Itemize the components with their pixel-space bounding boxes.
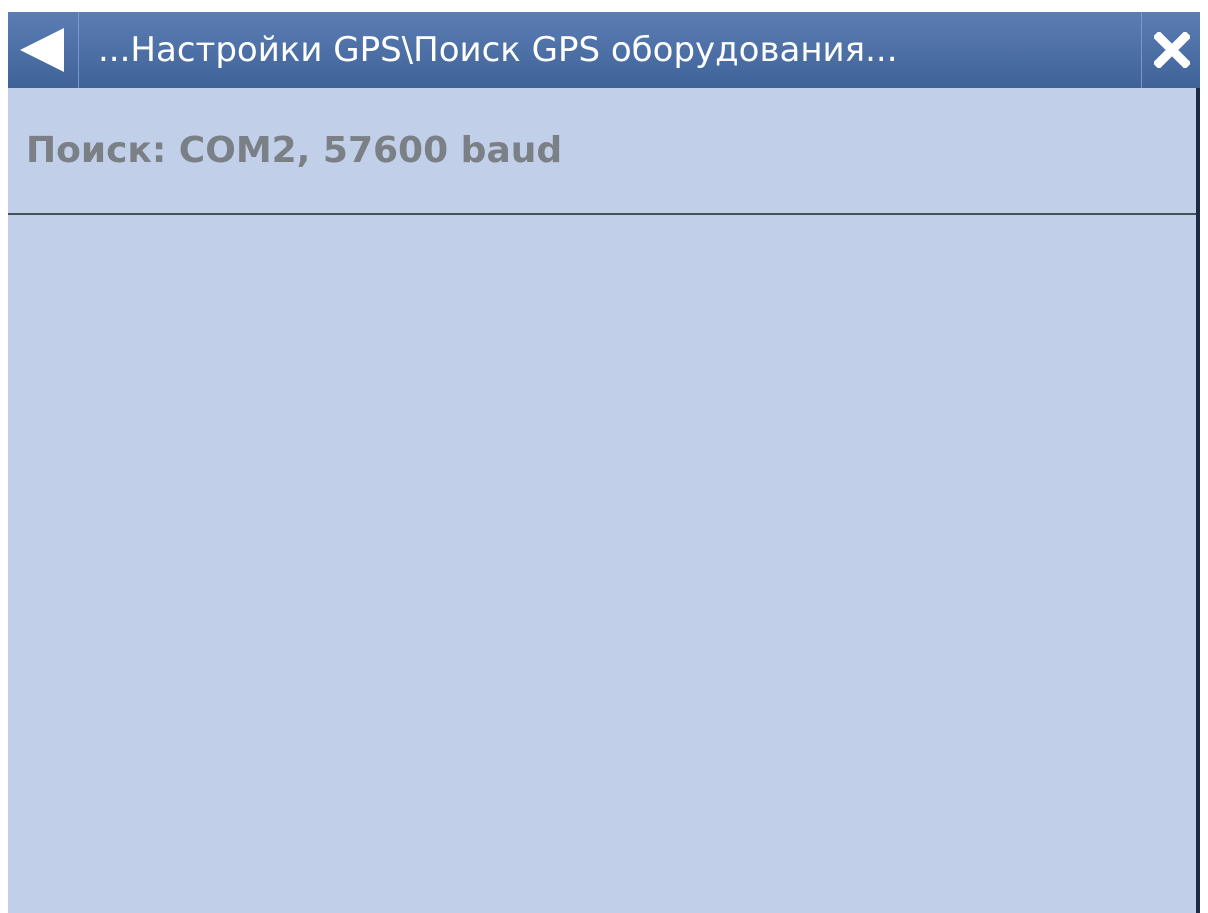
close-button[interactable] bbox=[1141, 12, 1200, 88]
divider bbox=[8, 213, 1198, 215]
title-bar: ...Настройки GPS\Поиск GPS оборудования.… bbox=[8, 12, 1200, 88]
back-button[interactable] bbox=[8, 12, 79, 88]
page-title: ...Настройки GPS\Поиск GPS оборудования.… bbox=[98, 30, 898, 70]
gps-device-search-screen: ...Настройки GPS\Поиск GPS оборудования.… bbox=[8, 12, 1200, 913]
scrollbar[interactable] bbox=[1196, 88, 1200, 913]
back-arrow-icon bbox=[20, 28, 64, 72]
search-status-text: Поиск: COM2, 57600 baud bbox=[26, 130, 563, 171]
close-icon bbox=[1154, 32, 1190, 68]
